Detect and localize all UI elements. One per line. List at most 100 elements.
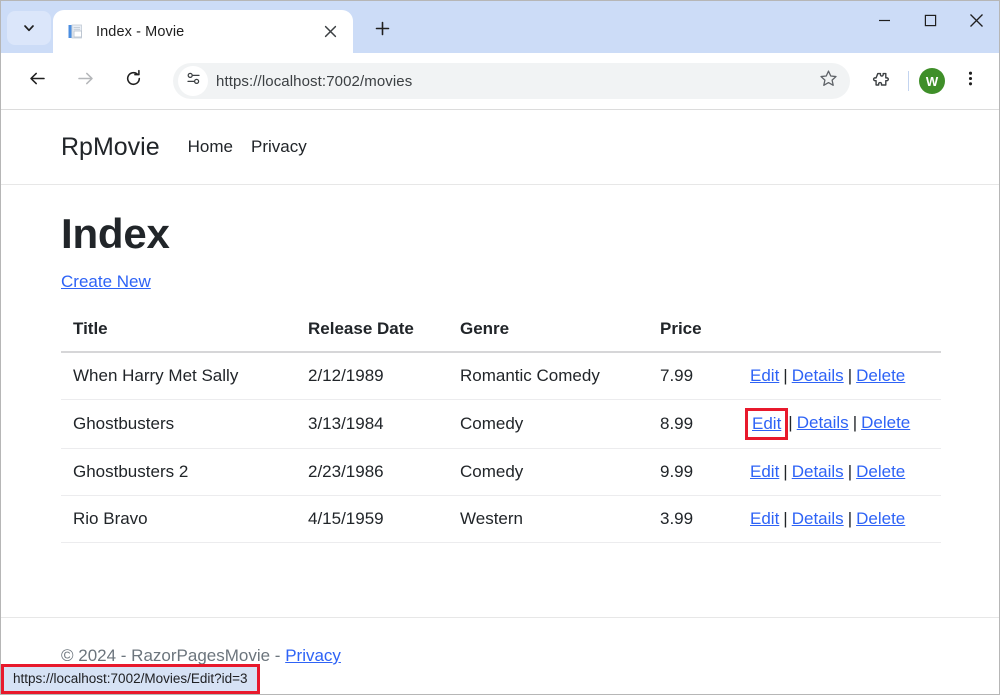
action-separator: | [853,413,857,432]
page-title: Index [61,210,939,258]
action-separator: | [783,366,787,385]
cell-title: When Harry Met Sally [61,352,296,400]
details-link[interactable]: Details [797,413,849,432]
table-row: Ghostbusters 2 2/23/1986 Comedy 9.99 Edi… [61,449,941,496]
delete-link[interactable]: Delete [861,413,910,432]
edit-link-highlight: Edit [745,408,788,440]
table-row: Ghostbusters 3/13/1984 Comedy 8.99 Edit |… [61,400,941,449]
column-header-price: Price [648,313,738,352]
table-row: Rio Bravo 4/15/1959 Western 3.99 Edit|De… [61,496,941,543]
tab-strip: Index - Movie [1,1,999,53]
new-tab-button[interactable] [365,14,399,48]
puzzle-piece-icon [871,69,891,94]
edit-link[interactable]: Edit [752,414,781,433]
edit-link[interactable]: Edit [750,462,779,481]
tab-title: Index - Movie [96,24,317,40]
create-new-link[interactable]: Create New [61,272,151,292]
status-bar-link-preview: https://localhost:7002/Movies/Edit?id=3 [1,664,260,694]
minimize-icon [878,14,891,32]
footer-privacy-link[interactable]: Privacy [285,646,341,665]
cell-release-date: 2/12/1989 [296,352,448,400]
cell-actions: Edit|Details|Delete [738,496,941,543]
table-body: When Harry Met Sally 2/12/1989 Romantic … [61,352,941,543]
edit-link[interactable]: Edit [750,366,779,385]
window-controls [861,1,999,45]
address-bar[interactable]: https://localhost:7002/movies [173,63,850,99]
tab-search-button[interactable] [7,11,51,45]
plus-icon [375,21,390,41]
window-close-button[interactable] [953,1,999,45]
document-icon [67,23,85,41]
cell-price: 7.99 [648,352,738,400]
action-separator: | [783,462,787,481]
table-row: When Harry Met Sally 2/12/1989 Romantic … [61,352,941,400]
footer-copyright: © 2024 - RazorPagesMovie - [61,646,285,665]
site-settings-button[interactable] [178,66,208,96]
action-separator: | [848,509,852,528]
arrow-left-icon [28,69,47,93]
cell-genre: Comedy [448,400,648,449]
page-viewport: RpMovie Home Privacy Index Create New Ti… [1,109,999,694]
browser-tab[interactable]: Index - Movie [53,10,353,53]
tune-sliders-icon [185,70,202,92]
nav-link-privacy[interactable]: Privacy [251,137,307,157]
browser-window: Index - Movie [0,0,1000,695]
profile-initial: W [926,74,938,89]
url-text[interactable]: https://localhost:7002/movies [216,73,812,90]
details-link[interactable]: Details [792,462,844,481]
cell-actions: Edit|Details|Delete [738,352,941,400]
movies-table: Title Release Date Genre Price When Harr… [61,313,941,543]
cell-price: 3.99 [648,496,738,543]
cell-price: 9.99 [648,449,738,496]
profile-avatar[interactable]: W [919,68,945,94]
nav-link-home[interactable]: Home [188,137,233,157]
maximize-icon [924,14,937,32]
arrow-right-icon [76,69,95,93]
tab-close-button[interactable] [317,19,343,45]
cell-title: Ghostbusters 2 [61,449,296,496]
table-header: Title Release Date Genre Price [61,313,941,352]
action-separator: | [783,509,787,528]
main-content: Index Create New Title Release Date Genr… [1,185,999,543]
cell-actions: Edit|Details|Delete [738,449,941,496]
close-icon [969,13,984,33]
details-link[interactable]: Details [792,366,844,385]
cell-genre: Romantic Comedy [448,352,648,400]
forward-button[interactable] [68,64,102,98]
edit-link[interactable]: Edit [750,509,779,528]
three-dots-vertical-icon [962,70,979,92]
cell-genre: Western [448,496,648,543]
cell-release-date: 3/13/1984 [296,400,448,449]
details-link[interactable]: Details [792,509,844,528]
cell-price: 8.99 [648,400,738,449]
extensions-button[interactable] [864,64,898,98]
column-header-genre: Genre [448,313,648,352]
toolbar-divider [908,71,909,91]
reload-button[interactable] [116,64,150,98]
cell-release-date: 4/15/1959 [296,496,448,543]
cell-title: Ghostbusters [61,400,296,449]
delete-link[interactable]: Delete [856,509,905,528]
table-header-row: Title Release Date Genre Price [61,313,941,352]
window-minimize-button[interactable] [861,1,907,45]
site-brand[interactable]: RpMovie [61,133,160,162]
cell-genre: Comedy [448,449,648,496]
site-navbar: RpMovie Home Privacy [1,110,999,185]
column-header-actions [738,313,941,352]
column-header-release-date: Release Date [296,313,448,352]
action-separator: | [788,413,792,432]
browser-menu-button[interactable] [953,64,987,98]
reload-icon [124,69,143,93]
action-separator: | [848,462,852,481]
delete-link[interactable]: Delete [856,462,905,481]
column-header-title: Title [61,313,296,352]
window-maximize-button[interactable] [907,1,953,45]
bookmark-button[interactable] [812,65,844,97]
star-icon [819,69,838,93]
cell-title: Rio Bravo [61,496,296,543]
browser-toolbar: https://localhost:7002/movies W [1,53,999,109]
action-separator: | [848,366,852,385]
back-button[interactable] [20,64,54,98]
delete-link[interactable]: Delete [856,366,905,385]
cell-actions: Edit|Details|Delete [738,400,941,449]
